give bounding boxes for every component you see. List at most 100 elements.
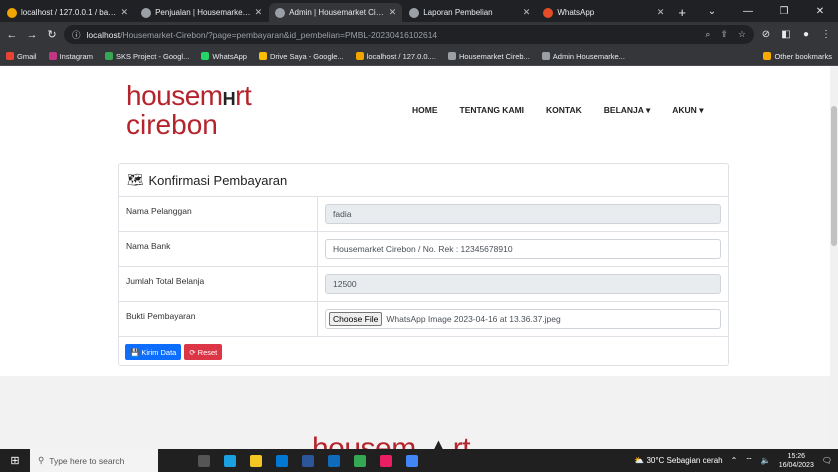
tray-overflow-icon[interactable]: ⌃ (731, 456, 738, 465)
close-icon[interactable]: ✕ (523, 7, 531, 18)
globe-icon (409, 7, 420, 18)
browser-tab-whatsapp[interactable]: WhatsApp ✕ (537, 3, 670, 22)
browser-tab-penjualan[interactable]: Penjualan | Housemarket Cire ✕ (135, 3, 268, 22)
web-page: housemHrt cirebon HOME TENTANG KAMI KONT… (0, 66, 838, 449)
drive-icon (258, 52, 267, 60)
browser-tab-laporan[interactable]: Laporan Pembelian ✕ (403, 3, 536, 22)
submit-button[interactable]: 💾 Kirim Data (125, 344, 182, 360)
bank-name-input[interactable]: Housemarket Cirebon / No. Rek : 12345678… (325, 239, 721, 259)
edge-icon[interactable] (224, 454, 236, 467)
nav-contact[interactable]: KONTAK (546, 105, 582, 116)
row-bank-name: Nama Bank Housemarket Cirebon / No. Rek … (119, 232, 728, 267)
bookmark-housemarket[interactable]: Housemarket Cireb... (447, 52, 530, 61)
file-explorer-icon[interactable] (250, 454, 262, 467)
map-icon: 🗺 (127, 172, 144, 187)
save-icon: 💾 (130, 347, 140, 357)
card-header: 🗺 Konfirmasi Pembayaran (119, 164, 728, 197)
file-name: WhatsApp Image 2023-04-16 at 13.36.37.jp… (386, 314, 561, 324)
app-icon[interactable] (380, 454, 392, 467)
task-view-icon[interactable] (198, 454, 210, 467)
instagram-icon (48, 52, 57, 60)
caret-down-icon: ▾ (699, 105, 704, 115)
payment-form-card: 🗺 Konfirmasi Pembayaran Nama Pelanggan f… (118, 163, 729, 366)
drive-icon (104, 52, 113, 60)
field-label: Jumlah Total Belanja (126, 276, 205, 286)
field-label: Nama Pelanggan (126, 206, 192, 216)
folder-icon (763, 52, 772, 60)
windows-start-icon[interactable]: ⊞ (0, 454, 30, 467)
whatsapp-icon (201, 52, 210, 60)
reset-button[interactable]: ⟳ Reset (184, 344, 223, 360)
weather-widget[interactable]: ⛅ 30°C Sebagian cerah (634, 456, 722, 465)
reload-icon[interactable]: ↻ (44, 28, 60, 41)
bookmark-admin[interactable]: Admin Housemarke... (541, 52, 625, 61)
bookmark-instagram[interactable]: Instagram (48, 52, 93, 61)
payment-proof-file-input[interactable]: Choose File WhatsApp Image 2023-04-16 at… (325, 309, 721, 329)
tab-title: Laporan Pembelian (423, 8, 493, 17)
url-path: /Housemarket-Cirebon/?page=pembayaran&id… (120, 29, 438, 40)
new-tab-button[interactable]: + (670, 5, 694, 22)
volume-icon[interactable]: 🔈 (761, 456, 771, 465)
bookmark-sks[interactable]: SKS Project - Googl... (104, 52, 189, 61)
notifications-icon[interactable]: 🗨 (822, 456, 832, 465)
back-icon[interactable]: ← (4, 29, 20, 41)
profile-avatar[interactable]: ● (798, 29, 814, 40)
extensions-icon[interactable]: ⊘ (758, 29, 774, 40)
bookmarks-bar: Gmail Instagram SKS Project - Googl... W… (0, 47, 838, 66)
window-controls: ⌄ — ❐ ✕ (694, 0, 838, 22)
tab-title: Admin | Housemarket Cirebo (289, 8, 385, 17)
nav-shop[interactable]: BELANJA ▾ (604, 105, 650, 116)
minimize-button[interactable]: — (730, 6, 766, 17)
browser-tab-phpmyadmin[interactable]: localhost / 127.0.0.1 / bahan ✕ (1, 3, 134, 22)
taskbar-search-box[interactable]: ⚲ Type here to search (30, 449, 158, 472)
browser-tab-admin[interactable]: Admin | Housemarket Cirebo ✕ (269, 3, 403, 22)
chrome-icon[interactable] (354, 454, 366, 467)
windows-taskbar: ⊞ ⚲ Type here to search ⛅ 30°C Sebagian … (0, 449, 838, 472)
main-nav: HOME TENTANG KAMI KONTAK BELANJA ▾ AKUN … (412, 105, 703, 116)
bookmark-star-icon[interactable]: ☆ (738, 29, 746, 40)
url-host: localhost (86, 29, 121, 40)
close-icon[interactable]: ✕ (389, 7, 397, 18)
whatsapp-icon (543, 7, 554, 18)
close-icon[interactable]: ✕ (121, 7, 129, 18)
share-icon[interactable]: ⇪ (720, 29, 728, 40)
taskbar-apps (198, 454, 418, 467)
info-icon[interactable]: ⓘ (72, 29, 81, 41)
form-actions: 💾 Kirim Data ⟳ Reset (125, 344, 223, 360)
page-scrollbar[interactable] (830, 66, 838, 449)
nav-home[interactable]: HOME (412, 105, 438, 116)
word-icon[interactable] (302, 454, 314, 467)
bookmark-other[interactable]: Other bookmarks (763, 52, 832, 61)
close-icon[interactable]: ✕ (255, 7, 263, 18)
total-amount-field: 12500 (325, 274, 721, 294)
tab-search-icon[interactable]: ⌄ (694, 6, 730, 17)
clock[interactable]: 15:26 16/04/2023 (779, 452, 814, 470)
system-tray: ⛅ 30°C Sebagian cerah ⌃ ⌔ 🔈 15:26 16/04/2… (634, 452, 838, 470)
bookmark-whatsapp[interactable]: WhatsApp (201, 52, 247, 61)
network-icon[interactable]: ⌔ (745, 456, 753, 466)
bookmark-gmail[interactable]: Gmail (6, 52, 37, 61)
nav-account[interactable]: AKUN ▾ (672, 105, 703, 116)
sidepanel-icon[interactable]: ◧ (778, 29, 794, 40)
tab-title: WhatsApp (557, 8, 595, 17)
choose-file-button[interactable]: Choose File (329, 312, 383, 326)
bookmark-drive[interactable]: Drive Saya - Google... (258, 52, 344, 61)
restore-button[interactable]: ❐ (766, 6, 802, 17)
page-footer: housem ▲rt (0, 376, 838, 449)
address-bar[interactable]: ⓘ localhost/Housemarket-Cirebon/?page=pe… (64, 25, 754, 44)
field-label: Bukti Pembayaran (126, 311, 196, 321)
menu-icon[interactable]: ⋮ (818, 29, 834, 40)
close-icon[interactable]: ✕ (657, 7, 665, 18)
tab-title: localhost / 127.0.0.1 / bahan (21, 8, 117, 17)
store-icon[interactable] (276, 454, 288, 467)
chrome-profile-icon[interactable] (406, 454, 418, 467)
site-logo[interactable]: housemHrt cirebon (126, 82, 276, 144)
zoom-icon[interactable]: ⌕ (705, 29, 710, 40)
forward-icon[interactable]: → (24, 29, 40, 41)
nav-about[interactable]: TENTANG KAMI (460, 105, 525, 116)
bookmark-localhost[interactable]: localhost / 127.0.0.... (355, 52, 436, 61)
mail-icon[interactable] (328, 454, 340, 467)
close-window-button[interactable]: ✕ (802, 6, 838, 17)
scrollbar-thumb[interactable] (831, 106, 837, 246)
phpmyadmin-icon (7, 7, 17, 18)
